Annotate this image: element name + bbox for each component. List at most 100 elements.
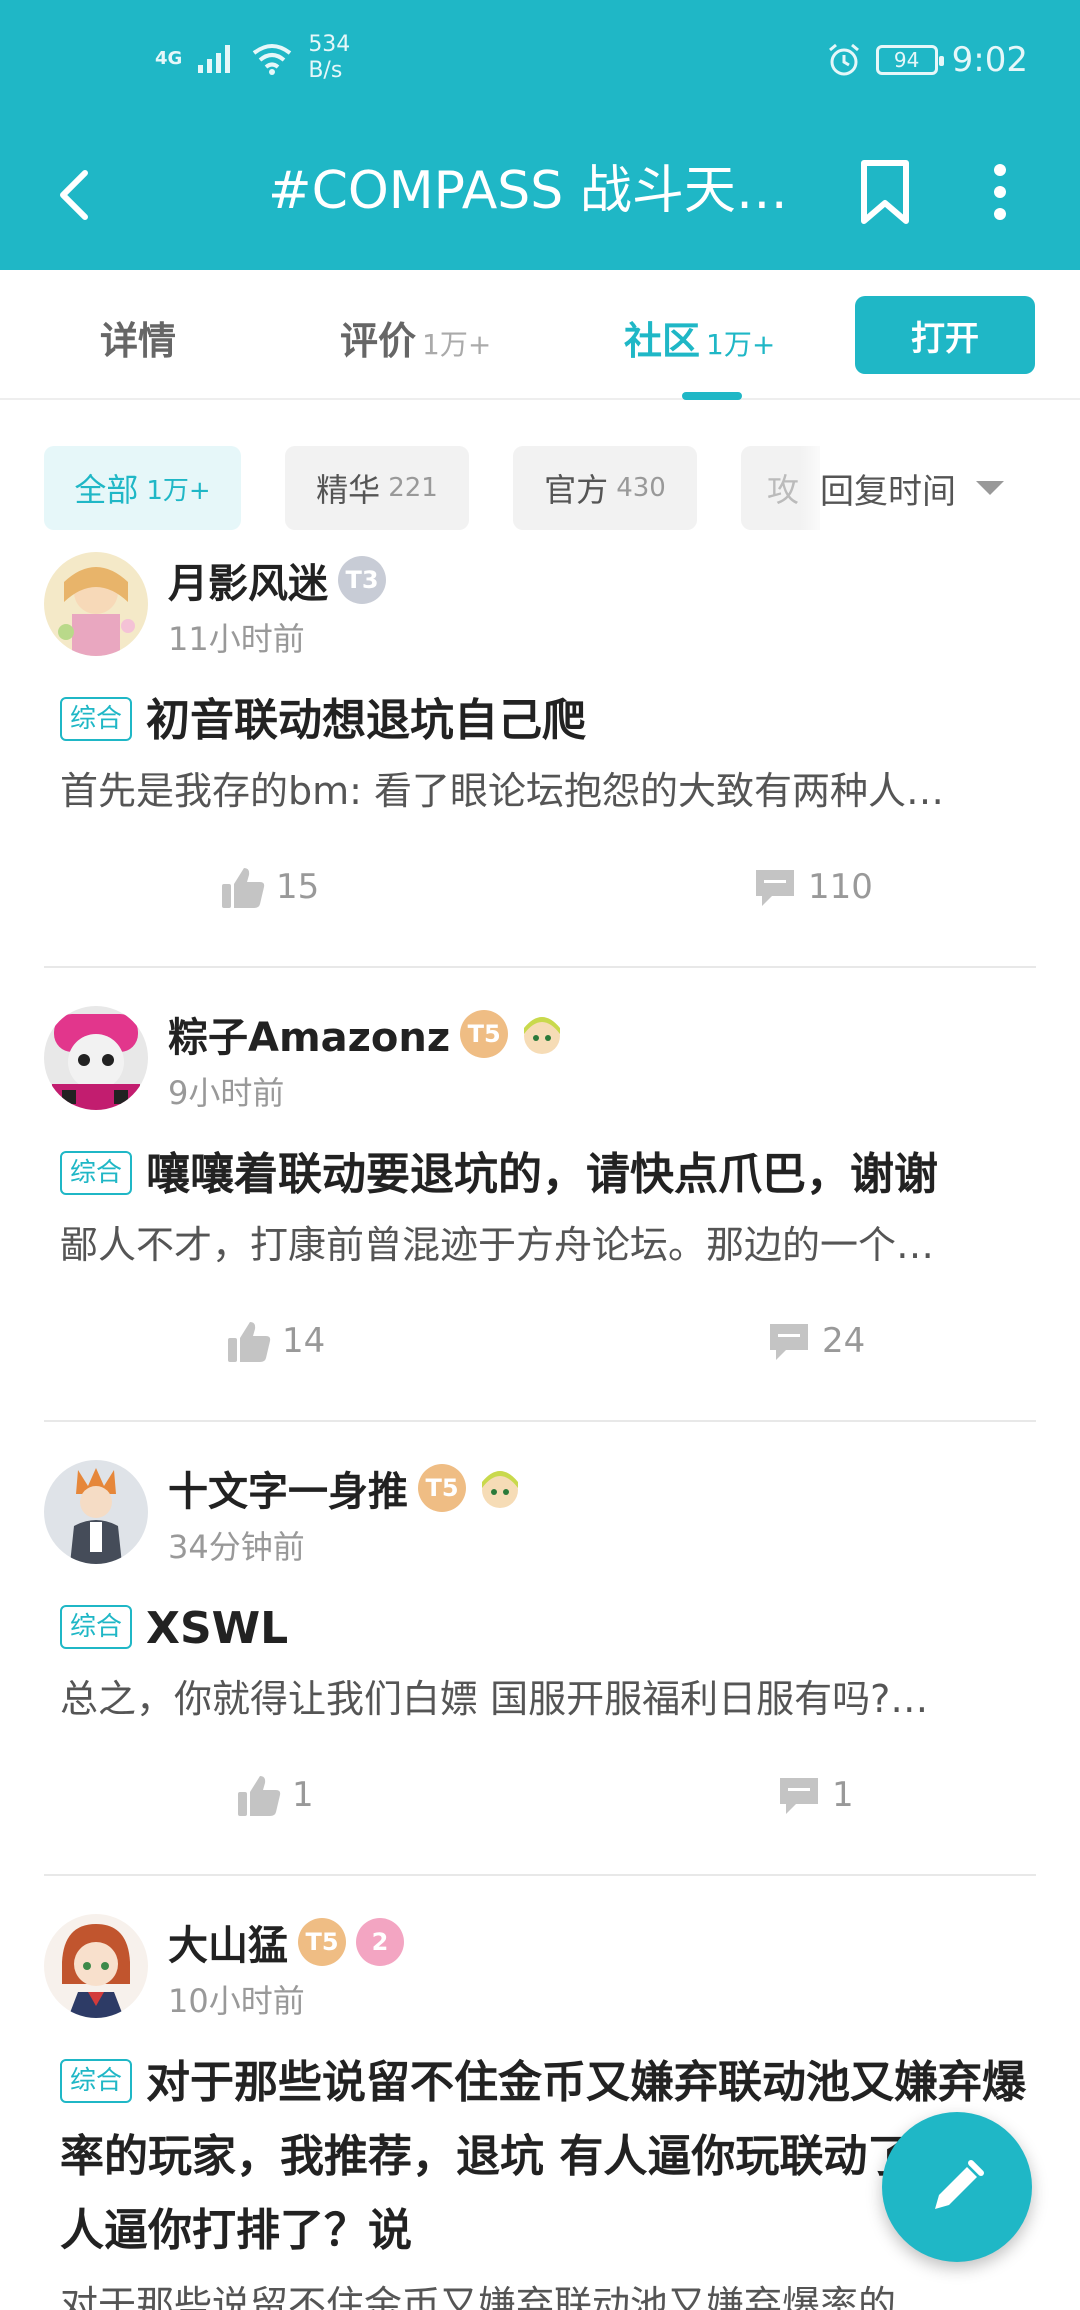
thumbs-up-icon	[228, 1322, 271, 1362]
avatar[interactable]	[44, 1460, 148, 1564]
comment-button[interactable]: 1	[776, 1772, 854, 1818]
filter-chip-official[interactable]: 官方 430	[513, 446, 697, 530]
speed-value: 534	[308, 32, 351, 57]
author-name[interactable]: 十文字一身推	[168, 1459, 408, 1517]
avatar-image	[44, 1460, 148, 1564]
post-time: 9小时前	[168, 1074, 285, 1112]
bookmark-icon	[861, 160, 909, 224]
filter-chip-featured[interactable]: 精华 221	[285, 446, 469, 530]
post-divider	[44, 966, 1036, 968]
tab-details[interactable]: 详情	[100, 310, 176, 365]
more-options-button[interactable]	[970, 152, 1030, 232]
alarm-icon	[828, 43, 859, 76]
like-button[interactable]: 1	[236, 1772, 314, 1818]
sort-label: 回复时间	[820, 471, 956, 512]
post-card[interactable]: 十文字一身推 T5 34分钟前 综合 XSWL 总之，你就得让我们白嫖 国服开服福…	[44, 1460, 1036, 1860]
thumbs-up-icon	[238, 1776, 281, 1816]
post-stats: 14 24	[44, 1318, 1036, 1378]
character-face-icon	[482, 1471, 518, 1508]
author-line: 粽子Amazonz T5	[168, 1006, 566, 1062]
author-line: 十文字一身推 T5	[168, 1460, 524, 1516]
back-arrow-icon	[60, 170, 88, 220]
wifi-icon	[253, 44, 292, 75]
category-tag: 综合	[60, 2059, 133, 2103]
battery-level: 94	[893, 48, 920, 72]
level-badge: T5	[460, 1010, 509, 1058]
category-tag: 综合	[60, 1151, 133, 1195]
post-excerpt[interactable]: 鄙人不才，打康前曾混迹于方舟论坛。那边的一个…	[60, 1214, 1036, 1269]
post-card[interactable]: 月影风迷 T3 11小时前 综合 初音联动想退坑自己爬 首先是我存的bm: 看了眼…	[44, 552, 1036, 952]
status-left: 4G 534 B/s	[155, 32, 350, 84]
comment-button[interactable]: 110	[752, 864, 873, 910]
post-divider	[44, 1874, 1036, 1876]
open-app-button[interactable]: 打开	[855, 296, 1035, 374]
level-badge: T5	[298, 1918, 346, 1966]
compose-post-button[interactable]	[882, 2112, 1032, 2262]
post-excerpt[interactable]: 对于那些说留不住金币又嫌弃联动池又嫌弃爆率的	[60, 2274, 1036, 2310]
title-bar: #COMPASS 战斗天赋…	[0, 120, 1080, 270]
network-label: 4G	[155, 47, 183, 69]
filter-chip-all[interactable]: 全部 1万+	[44, 446, 241, 530]
tab-reviews[interactable]: 评价 1万+	[340, 310, 491, 365]
battery-icon: 94	[875, 45, 944, 75]
tab-community[interactable]: 社区 1万+	[624, 310, 775, 365]
author-name[interactable]: 大山猛	[168, 1914, 288, 1971]
comment-icon	[780, 1778, 818, 1814]
comment-count: 110	[808, 867, 873, 907]
tab-community-count: 1万+	[706, 328, 776, 361]
post-time: 34分钟前	[168, 1528, 305, 1566]
bookmark-button[interactable]	[855, 152, 915, 232]
avatar-image	[44, 1006, 148, 1110]
like-button[interactable]: 15	[220, 864, 319, 910]
tab-community-label: 社区	[624, 319, 701, 363]
active-tab-indicator	[682, 392, 742, 400]
like-count: 14	[282, 1321, 326, 1361]
tab-reviews-label: 评价	[340, 319, 417, 363]
avatar-image	[44, 1914, 148, 2018]
tab-bar: 详情 评价 1万+ 社区 1万+ 打开	[0, 270, 1080, 400]
post-title[interactable]: 综合 初音联动想退坑自己爬	[60, 684, 1036, 758]
more-vertical-icon	[994, 164, 1006, 220]
chip-label: 攻	[767, 471, 800, 509]
post-time: 11小时前	[168, 620, 305, 658]
post-title-text: 初音联动想退坑自己爬	[146, 695, 587, 746]
post-stats: 15 110	[44, 864, 1036, 924]
comment-button[interactable]: 24	[766, 1318, 865, 1364]
thumbs-up-icon	[222, 868, 265, 908]
post-title[interactable]: 综合 XSWL	[60, 1592, 1036, 1666]
dropdown-arrow-icon	[976, 481, 1004, 495]
level-badge: T5	[418, 1464, 466, 1512]
filter-row: 全部 1万+ 精华 221 官方 430 攻 回复时间	[0, 400, 1080, 540]
post-excerpt[interactable]: 总之，你就得让我们白嫖 国服开服福利日服有吗?…	[60, 1668, 1036, 1723]
level-badge: T3	[338, 556, 386, 604]
post-title-text: XSWL	[146, 1603, 289, 1654]
chip-label: 全部	[74, 471, 139, 509]
avatar[interactable]	[44, 1006, 148, 1110]
sort-dropdown[interactable]: 回复时间	[820, 440, 1080, 536]
comment-count: 1	[832, 1775, 854, 1815]
chip-label: 官方	[544, 471, 609, 509]
app-header: 4G 534 B/s 94 9:02 #COMPASS 战斗天赋…	[0, 0, 1080, 270]
comment-count: 24	[822, 1321, 866, 1361]
like-count: 15	[276, 867, 320, 907]
character-face-icon	[524, 1017, 561, 1054]
tab-reviews-count: 1万+	[422, 328, 492, 361]
author-name[interactable]: 月影风迷	[168, 551, 328, 609]
avatar[interactable]	[44, 552, 148, 656]
avatar[interactable]	[44, 1914, 148, 2018]
author-name[interactable]: 粽子Amazonz	[168, 1005, 450, 1063]
status-bar: 4G 534 B/s 94 9:02	[0, 0, 1080, 120]
clock: 9:02	[951, 40, 1028, 80]
chip-label: 精华	[316, 471, 381, 509]
like-button[interactable]: 14	[226, 1318, 325, 1364]
post-card[interactable]: 大山猛 T5 2 10小时前 综合 对于那些说留不住金币又嫌弃联动池又嫌弃爆率的玩…	[44, 1914, 1036, 2310]
category-tag: 综合	[60, 697, 133, 741]
post-title[interactable]: 综合 嚷嚷着联动要退坑的，请快点爪巴，谢谢	[60, 1138, 1036, 1212]
post-title-text: 对于那些说留不住金币又嫌弃联动池又嫌弃爆率的玩家，我推荐，退坑 有人逼你玩联动了…	[60, 2057, 1027, 2256]
author-line: 大山猛 T5 2	[168, 1914, 404, 1970]
post-card[interactable]: 粽子Amazonz T5 9小时前 综合 嚷嚷着联动要退坑的，请快点爪巴，谢谢 鄙…	[44, 1006, 1036, 1406]
back-button[interactable]	[40, 160, 110, 230]
page-title: #COMPASS 战斗天赋…	[268, 161, 828, 221]
post-excerpt[interactable]: 首先是我存的bm: 看了眼论坛抱怨的大致有两种人…	[60, 760, 1036, 815]
status-right: 94 9:02	[826, 40, 1028, 80]
